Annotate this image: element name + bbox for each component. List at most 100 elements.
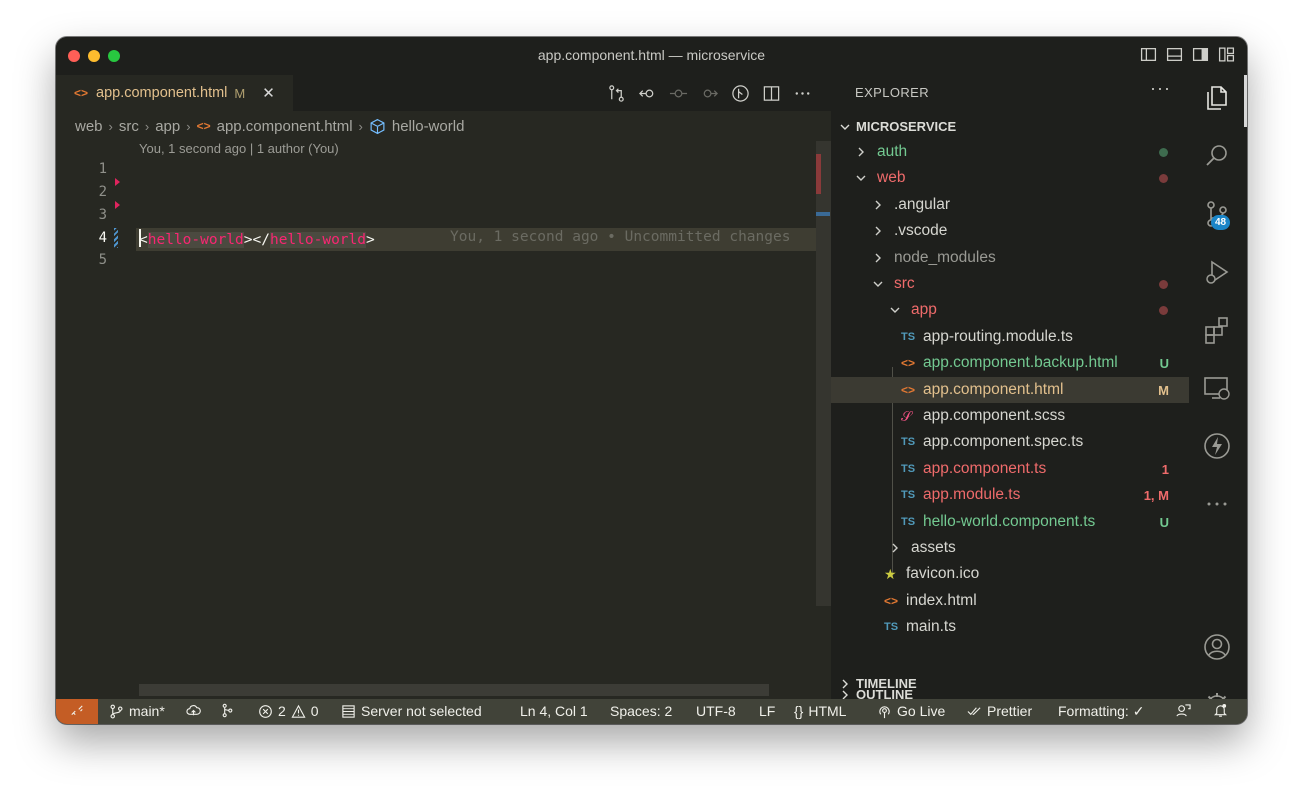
branch-status[interactable]: main* [109,703,165,719]
breadcrumb-src[interactable]: src [119,118,139,135]
remote-explorer-icon[interactable] [1202,373,1232,403]
prettier-status[interactable]: Prettier [967,703,1032,719]
favicon-file-icon: ★ [884,565,897,582]
section-microservice[interactable]: MICROSERVICE [839,119,956,134]
close-icon[interactable]: ✕ [262,84,275,102]
encoding-status[interactable]: UTF-8 [696,703,736,719]
commit-icon[interactable] [669,84,688,103]
breadcrumb-symbol[interactable]: hello-world [392,118,465,135]
typescript-file-icon: TS [884,621,899,633]
run-debug-icon[interactable] [1202,257,1232,287]
go-live-button[interactable]: Go Live [877,703,945,719]
breadcrumb-file[interactable]: app.component.html [217,118,353,135]
braces-icon: {} [794,703,804,719]
tree-item[interactable]: TS main.ts [831,614,1189,640]
html-file-icon: <> [901,383,916,397]
more-actions-icon[interactable] [793,84,812,103]
tree-item[interactable]: TS app-routing.module.ts [831,324,1189,350]
search-icon[interactable] [1202,141,1232,171]
sql-server-status[interactable]: Server not selected [341,703,482,719]
live-share-status[interactable] [1176,703,1191,718]
tree-item-label: .angular [894,196,951,213]
more-views-icon[interactable] [1202,489,1232,519]
eol-status[interactable]: LF [759,703,775,719]
line-number: 2 [98,184,107,200]
cursor-position[interactable]: Ln 4, Col 1 [520,703,588,719]
explorer-title: EXPLORER [855,85,930,100]
breadcrumb-app[interactable]: app [155,118,180,135]
open-changes-icon[interactable] [607,84,626,103]
git-graph-icon[interactable] [731,84,750,103]
tree-item[interactable]: 𝒮app.component.scss [831,403,1189,429]
split-editor-icon[interactable] [762,84,781,103]
notifications-status[interactable] [1213,703,1228,718]
code-line-4[interactable]: <hello-world></hello-world> [139,229,375,248]
remote-indicator[interactable] [56,699,98,724]
git-modified-marker[interactable] [114,228,118,248]
tree-item[interactable]: <> index.html [831,588,1189,614]
language-mode[interactable]: {} HTML [794,703,846,719]
chevron-down-icon [873,281,883,287]
toggle-primary-sidebar-icon[interactable] [1140,46,1157,63]
tree-item[interactable]: TS app.module.ts 1, M [831,482,1189,508]
html-file-icon: <> [196,119,211,133]
tree-item-label: web [877,169,906,186]
vscode-window: app.component.html — microservice <> app… [56,37,1247,724]
vertical-scrollbar[interactable] [816,141,831,606]
more-icon[interactable]: ··· [1150,78,1171,99]
tree-item[interactable]: ★ favicon.ico [831,561,1189,587]
sync-status[interactable] [186,703,201,718]
tree-item[interactable]: <> app.component.html M [831,377,1189,403]
tree-item[interactable]: .vscode [831,218,1189,244]
language-label: HTML [808,703,847,719]
section-timeline[interactable]: TIMELINE [839,676,917,691]
tree-item[interactable]: auth [831,139,1189,165]
problems-status[interactable]: 2 0 [258,703,319,719]
git-deleted-marker[interactable] [115,201,120,209]
branch-label: main* [129,703,165,719]
formatting-status[interactable]: Formatting: ✓ [1058,703,1144,720]
tree-item[interactable]: assets [831,535,1189,561]
customize-layout-icon[interactable] [1218,46,1235,63]
next-change-icon[interactable] [700,84,719,103]
thunder-client-icon[interactable] [1202,431,1232,461]
tree-item[interactable]: TS app.component.spec.ts [831,429,1189,455]
tree-item[interactable]: <> app.component.backup.html U [831,350,1189,376]
git-graph-status[interactable] [220,703,235,718]
error-count: 2 [278,703,286,719]
code-tag-close: hello-world [269,232,366,248]
line-number: 3 [98,207,107,223]
indentation-status[interactable]: Spaces: 2 [610,703,672,719]
extensions-icon[interactable] [1202,315,1232,345]
cloud-upload-icon [186,705,201,716]
tree-item[interactable]: web [831,165,1189,191]
tree-item[interactable]: .angular [831,192,1189,218]
toggle-secondary-sidebar-icon[interactable] [1192,46,1209,63]
git-status-badge: 1, M [1143,487,1169,503]
tree-item[interactable]: node_modules [831,245,1189,271]
git-status-badge: 1 [1161,461,1169,477]
git-deleted-marker[interactable] [115,178,120,186]
previous-change-icon[interactable] [638,84,657,103]
horizontal-scrollbar[interactable] [139,684,769,696]
accounts-icon[interactable] [1202,632,1232,662]
blame-codelens[interactable]: You, 1 second ago | 1 author (You) [139,141,339,156]
tree-item[interactable]: TS app.component.ts 1 [831,456,1189,482]
tree-item[interactable]: src [831,271,1189,297]
explorer-icon[interactable] [1202,83,1232,113]
breadcrumb-web[interactable]: web [75,118,103,135]
activity-bar [1189,75,1247,717]
tab-app-component-html[interactable]: <> app.component.html M ✕ [56,75,293,111]
overview-ruler-cursor [816,212,830,216]
warning-icon [291,704,306,718]
tree-item-label: assets [911,539,956,556]
chevron-right-icon: › [144,118,150,134]
toggle-panel-icon[interactable] [1166,46,1183,63]
tree-item[interactable]: TS hello-world.component.ts U [831,509,1189,535]
tree-item-label: app.component.spec.ts [923,433,1084,450]
broadcast-icon [879,705,890,718]
inline-blame: You, 1 second ago • Uncommitted changes [450,229,791,245]
breadcrumb: web › src › app › <> app.component.html … [56,111,831,141]
tree-item[interactable]: app [831,297,1189,323]
server-label: Server not selected [361,703,482,719]
